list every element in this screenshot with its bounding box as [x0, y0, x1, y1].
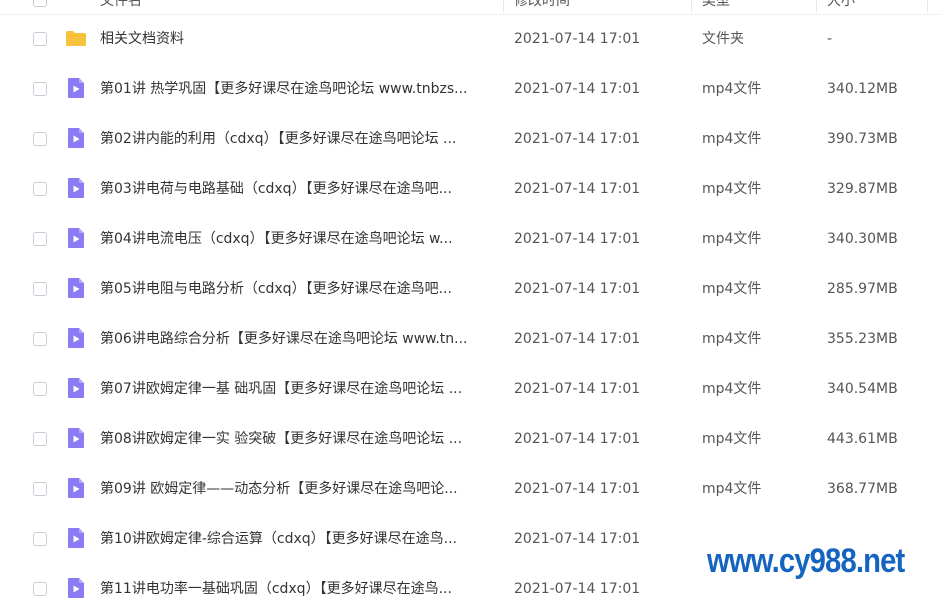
video-file-icon [68, 478, 84, 498]
file-name[interactable]: 第07讲欧姆定律一基 础巩固【更多好课尽在途鸟吧论坛 ... [100, 379, 495, 399]
file-time: 2021-07-14 17:01 [514, 81, 641, 97]
file-row[interactable]: 相关文档资料 2021-07-14 17:01 文件夹 - [0, 14, 942, 64]
file-name[interactable]: 第08讲欧姆定律一实 验突破【更多好课尽在途鸟吧论坛 ... [100, 429, 495, 449]
file-row[interactable]: 第02讲内能的利用（cdxq）【更多好课尽在途鸟吧论坛 ... 2021-07-… [0, 114, 942, 164]
video-file-icon [68, 228, 84, 248]
row-checkbox[interactable] [33, 82, 47, 96]
file-name[interactable]: 第05讲电阻与电路分析（cdxq）【更多好课尽在途鸟吧... [100, 279, 495, 299]
file-type: mp4文件 [702, 331, 762, 347]
file-time: 2021-07-14 17:01 [514, 231, 641, 247]
file-type: mp4文件 [702, 181, 762, 197]
file-type: 文件夹 [702, 31, 744, 47]
file-name[interactable]: 第03讲电荷与电路基础（cdxq）【更多好课尽在途鸟吧... [100, 179, 495, 199]
file-time: 2021-07-14 17:01 [514, 281, 641, 297]
file-row[interactable]: 第06讲电路综合分析【更多好课尽在途鸟吧论坛 www.tn... 2021-07… [0, 314, 942, 364]
file-time: 2021-07-14 17:01 [514, 181, 641, 197]
file-type: mp4文件 [702, 81, 762, 97]
video-file-icon [68, 78, 84, 98]
file-size: - [827, 31, 833, 47]
file-name[interactable]: 第10讲欧姆定律-综合运算（cdxq）【更多好课尽在途鸟... [100, 529, 495, 549]
file-row[interactable]: 第09讲 欧姆定律——动态分析【更多好课尽在途鸟吧论... 2021-07-14… [0, 464, 942, 514]
row-checkbox[interactable] [33, 32, 47, 46]
row-checkbox[interactable] [33, 382, 47, 396]
file-name[interactable]: 第09讲 欧姆定律——动态分析【更多好课尽在途鸟吧论... [100, 479, 495, 499]
file-name[interactable]: 第06讲电路综合分析【更多好课尽在途鸟吧论坛 www.tn... [100, 329, 495, 349]
header-divider[interactable] [816, 0, 817, 12]
header-size[interactable]: 大小 [827, 0, 855, 10]
folder-icon [66, 31, 86, 46]
file-row[interactable]: 第05讲电阻与电路分析（cdxq）【更多好课尽在途鸟吧... 2021-07-1… [0, 264, 942, 314]
file-type: mp4文件 [702, 381, 762, 397]
header-time[interactable]: 修改时间 [514, 0, 570, 10]
video-file-icon [68, 328, 84, 348]
header-divider[interactable] [691, 0, 692, 12]
file-type: mp4文件 [702, 131, 762, 147]
watermark-text: www.cy988.net [707, 542, 905, 580]
file-time: 2021-07-14 17:01 [514, 531, 641, 547]
row-checkbox[interactable] [33, 482, 47, 496]
header-name[interactable]: 文件名 [100, 0, 142, 10]
file-type: mp4文件 [702, 481, 762, 497]
video-file-icon [68, 178, 84, 198]
row-checkbox[interactable] [33, 532, 47, 546]
file-name[interactable]: 第02讲内能的利用（cdxq）【更多好课尽在途鸟吧论坛 ... [100, 129, 495, 149]
file-size: 285.97MB [827, 281, 898, 297]
file-time: 2021-07-14 17:01 [514, 131, 641, 147]
file-list-header: 文件名 修改时间 类型 大小 [0, 0, 942, 15]
file-size: 368.77MB [827, 481, 898, 497]
row-checkbox[interactable] [33, 582, 47, 596]
file-type: mp4文件 [702, 281, 762, 297]
file-size: 340.12MB [827, 81, 898, 97]
video-file-icon [68, 128, 84, 148]
file-size: 355.23MB [827, 331, 898, 347]
file-type: mp4文件 [702, 431, 762, 447]
header-divider[interactable] [503, 0, 504, 12]
file-time: 2021-07-14 17:01 [514, 331, 641, 347]
header-type[interactable]: 类型 [702, 0, 730, 10]
file-row[interactable]: 第07讲欧姆定律一基 础巩固【更多好课尽在途鸟吧论坛 ... 2021-07-1… [0, 364, 942, 414]
row-checkbox[interactable] [33, 432, 47, 446]
file-type: mp4文件 [702, 231, 762, 247]
row-checkbox[interactable] [33, 132, 47, 146]
select-all-checkbox[interactable] [33, 0, 47, 7]
video-file-icon [68, 528, 84, 548]
file-name[interactable]: 第01讲 热学巩固【更多好课尽在途鸟吧论坛 www.tnbzs... [100, 79, 495, 99]
file-size: 340.30MB [827, 231, 898, 247]
file-row[interactable]: 第04讲电流电压（cdxq）【更多好课尽在途鸟吧论坛 w... 2021-07-… [0, 214, 942, 264]
file-size: 329.87MB [827, 181, 898, 197]
video-file-icon [68, 578, 84, 598]
video-file-icon [68, 428, 84, 448]
file-name[interactable]: 相关文档资料 [100, 29, 495, 49]
file-row[interactable]: 第08讲欧姆定律一实 验突破【更多好课尽在途鸟吧论坛 ... 2021-07-1… [0, 414, 942, 464]
file-name[interactable]: 第04讲电流电压（cdxq）【更多好课尽在途鸟吧论坛 w... [100, 229, 495, 249]
file-row[interactable]: 第03讲电荷与电路基础（cdxq）【更多好课尽在途鸟吧... 2021-07-1… [0, 164, 942, 214]
file-size: 390.73MB [827, 131, 898, 147]
file-name[interactable]: 第11讲电功率一基础巩固（cdxq）【更多好课尽在途鸟... [100, 579, 495, 599]
file-size: 340.54MB [827, 381, 898, 397]
file-time: 2021-07-14 17:01 [514, 481, 641, 497]
video-file-icon [68, 278, 84, 298]
file-size: 443.61MB [827, 431, 898, 447]
header-divider[interactable] [927, 0, 928, 12]
file-time: 2021-07-14 17:01 [514, 31, 641, 47]
file-row[interactable]: 第01讲 热学巩固【更多好课尽在途鸟吧论坛 www.tnbzs... 2021-… [0, 64, 942, 114]
row-checkbox[interactable] [33, 182, 47, 196]
file-time: 2021-07-14 17:01 [514, 381, 641, 397]
row-checkbox[interactable] [33, 332, 47, 346]
file-time: 2021-07-14 17:01 [514, 581, 641, 597]
file-time: 2021-07-14 17:01 [514, 431, 641, 447]
row-checkbox[interactable] [33, 232, 47, 246]
video-file-icon [68, 378, 84, 398]
row-checkbox[interactable] [33, 282, 47, 296]
